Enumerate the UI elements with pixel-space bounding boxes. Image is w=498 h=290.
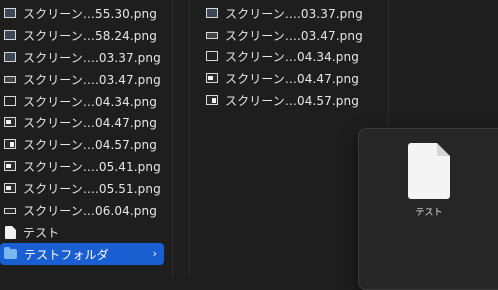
chevron-right-icon: › (152, 247, 157, 260)
file-row[interactable]: スクリーン….05.41.png (0, 155, 164, 177)
file-row[interactable]: スクリーン….03.37.png (190, 2, 380, 24)
file-name: スクリーン…04.57.png (225, 93, 359, 108)
image-thumbnail-icon (4, 208, 16, 214)
file-row[interactable]: スクリーン…04.57.png (0, 133, 164, 155)
image-thumbnail-icon (206, 32, 218, 39)
image-thumbnail-icon (206, 95, 218, 105)
image-thumbnail-icon (4, 76, 16, 83)
file-row[interactable]: スクリーン…04.47.png (0, 111, 164, 133)
file-name: テスト (23, 225, 60, 240)
file-row[interactable]: スクリーン…58.24.png (0, 24, 164, 46)
preview-file-name: テスト (415, 208, 443, 218)
image-thumbnail-icon (4, 8, 16, 18)
column-gap (173, 0, 189, 276)
image-thumbnail-icon (4, 161, 16, 171)
file-row[interactable]: スクリーン….03.37.png (0, 46, 164, 68)
file-name: スクリーン….05.51.png (23, 181, 161, 196)
folder-icon (4, 247, 17, 259)
document-icon (408, 143, 450, 199)
file-name: スクリーン…58.24.png (23, 28, 157, 43)
document-icon (5, 225, 16, 239)
file-name: スクリーン…06.04.png (23, 203, 157, 218)
file-row[interactable]: スクリーン….03.47.png (0, 68, 164, 90)
file-name: スクリーン…04.57.png (23, 137, 157, 152)
image-thumbnail-icon (4, 52, 16, 62)
image-thumbnail-icon (206, 51, 218, 61)
image-thumbnail-icon (4, 30, 16, 40)
file-row[interactable]: スクリーン…04.47.png (190, 67, 380, 89)
file-row[interactable]: スクリーン…04.57.png (190, 89, 380, 111)
file-name: スクリーン…04.34.png (225, 49, 359, 64)
finder-column-1: スクリーン…55.30.png スクリーン…58.24.png スクリーン….0… (0, 0, 172, 276)
folder-row-selected[interactable]: テストフォルダ › (0, 243, 164, 265)
file-name: スクリーン…04.47.png (23, 115, 157, 130)
file-name: スクリーン….05.41.png (23, 159, 161, 174)
file-name: スクリーン….03.37.png (23, 50, 161, 65)
file-name: スクリーン…04.34.png (23, 94, 157, 109)
image-thumbnail-icon (4, 139, 16, 149)
file-name: スクリーン…55.30.png (23, 6, 157, 21)
file-name: スクリーン….03.37.png (225, 6, 363, 21)
image-thumbnail-icon (206, 8, 218, 18)
image-thumbnail-icon (206, 73, 218, 83)
image-thumbnail-icon (4, 183, 16, 193)
file-row[interactable]: スクリーン….05.51.png (0, 177, 164, 199)
drag-preview[interactable]: テスト (358, 128, 498, 290)
file-row[interactable]: スクリーン…55.30.png (0, 2, 164, 24)
folder-name: テストフォルダ (24, 247, 109, 262)
file-row[interactable]: スクリーン…04.34.png (0, 90, 164, 112)
file-name: スクリーン….03.47.png (23, 72, 161, 87)
file-name: スクリーン….03.47.png (225, 28, 363, 43)
image-thumbnail-icon (4, 96, 16, 106)
file-row[interactable]: スクリーン….03.47.png (190, 24, 380, 46)
file-row[interactable]: スクリーン…06.04.png (0, 199, 164, 221)
file-name: スクリーン…04.47.png (225, 71, 359, 86)
image-thumbnail-icon (4, 117, 16, 127)
file-row[interactable]: スクリーン…04.34.png (190, 45, 380, 67)
file-row[interactable]: テスト (0, 221, 164, 243)
